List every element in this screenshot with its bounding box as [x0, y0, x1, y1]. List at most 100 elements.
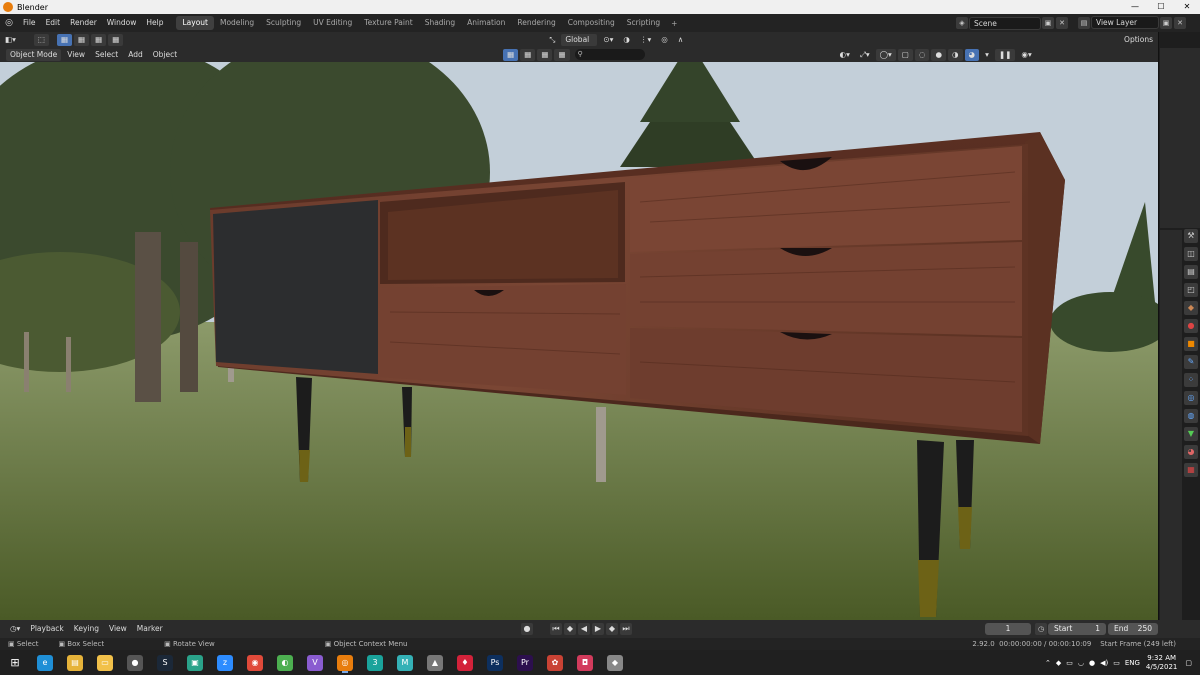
- viewport-menu-select[interactable]: Select: [90, 46, 123, 64]
- edge-icon[interactable]: e: [37, 654, 53, 671]
- select-mode-extend-icon[interactable]: ▦: [74, 33, 90, 46]
- tab-scripting[interactable]: Scripting: [621, 16, 666, 30]
- close-button[interactable]: ✕: [1174, 0, 1200, 14]
- menu-window[interactable]: Window: [102, 14, 142, 32]
- zoom-icon[interactable]: z: [217, 654, 233, 671]
- output-tab-icon[interactable]: ▤: [1184, 265, 1198, 279]
- misc-icon[interactable]: ◆: [607, 654, 623, 671]
- scene-tab-icon[interactable]: ◆: [1184, 301, 1198, 315]
- maya-icon[interactable]: M: [397, 654, 413, 671]
- delete-scene-icon[interactable]: ✕: [1056, 17, 1068, 29]
- add-workspace-icon[interactable]: +: [666, 19, 682, 28]
- tray-battery-icon[interactable]: ▭: [1113, 659, 1120, 667]
- tab-modeling[interactable]: Modeling: [214, 16, 260, 30]
- blender-menu-icon[interactable]: ◎: [0, 18, 18, 28]
- snap-target-icon[interactable]: ⋮▾: [636, 34, 655, 46]
- menu-render[interactable]: Render: [65, 14, 102, 32]
- viewport-search-input[interactable]: ⚲: [574, 49, 645, 60]
- jump-start-icon[interactable]: ⏮: [550, 623, 562, 635]
- options-dropdown[interactable]: Options: [1120, 34, 1157, 46]
- tool-tab-icon[interactable]: ⚒: [1184, 229, 1198, 243]
- prev-keyframe-icon[interactable]: ◆: [564, 623, 576, 635]
- visual-studio-icon[interactable]: V: [307, 654, 323, 671]
- filter-type-icon[interactable]: ▦: [520, 48, 536, 61]
- wireframe-shading-icon[interactable]: ◌: [914, 48, 930, 61]
- tab-animation[interactable]: Animation: [461, 16, 511, 30]
- play-reverse-icon[interactable]: ◀: [578, 623, 590, 635]
- particles-tab-icon[interactable]: ⁘: [1184, 373, 1198, 387]
- tab-rendering[interactable]: Rendering: [511, 16, 561, 30]
- tray-wifi-icon[interactable]: ◡: [1078, 659, 1084, 667]
- maximize-button[interactable]: ☐: [1148, 0, 1174, 14]
- jump-end-icon[interactable]: ⏭: [620, 623, 632, 635]
- start-frame-field[interactable]: Start 1: [1048, 623, 1106, 635]
- tab-uv-editing[interactable]: UV Editing: [307, 16, 358, 30]
- blender-icon[interactable]: ◎: [337, 654, 353, 671]
- tab-shading[interactable]: Shading: [419, 16, 461, 30]
- timeline-editor-icon[interactable]: ◷▾: [6, 623, 24, 635]
- solid-shading-icon[interactable]: ●: [931, 48, 946, 61]
- falloff-icon[interactable]: ∧: [674, 34, 688, 46]
- 3d-viewport[interactable]: [0, 62, 1158, 620]
- explorer-icon[interactable]: ▤: [67, 654, 83, 671]
- transform-orientation-dropdown[interactable]: Global: [561, 33, 598, 46]
- view-layer-field[interactable]: View Layer: [1091, 16, 1159, 29]
- editor-type-icon[interactable]: ◧▾: [1, 34, 20, 46]
- tab-compositing[interactable]: Compositing: [562, 16, 621, 30]
- chrome-icon[interactable]: ◉: [247, 654, 263, 671]
- menu-file[interactable]: File: [18, 14, 41, 32]
- next-keyframe-icon[interactable]: ◆: [606, 623, 618, 635]
- select-mode-invert-icon[interactable]: ▦: [108, 33, 124, 46]
- view-layer-icon[interactable]: ▤: [1078, 16, 1090, 29]
- pivot-point-icon[interactable]: ⊙▾: [599, 34, 617, 46]
- tab-sculpting[interactable]: Sculpting: [260, 16, 307, 30]
- current-frame-field[interactable]: 1: [985, 623, 1031, 635]
- select-mode-subtract-icon[interactable]: ▦: [91, 33, 107, 46]
- premiere-icon[interactable]: Pr: [517, 654, 533, 671]
- transform-orientation-icon[interactable]: ⤡: [545, 34, 559, 46]
- timeline-menu-playback[interactable]: Playback: [25, 620, 68, 638]
- play-icon[interactable]: ▶: [592, 623, 604, 635]
- proportional-edit-icon[interactable]: ◎: [657, 34, 672, 46]
- end-frame-field[interactable]: End 250: [1108, 623, 1158, 635]
- menu-help[interactable]: Help: [141, 14, 168, 32]
- material-tab-icon[interactable]: ◕: [1184, 445, 1198, 459]
- new-view-layer-icon[interactable]: ▣: [1160, 16, 1172, 29]
- select-tool-icon[interactable]: ⬚: [33, 33, 49, 46]
- viewport-menu-add[interactable]: Add: [123, 46, 148, 64]
- modifier-tab-icon[interactable]: ✎: [1184, 355, 1198, 369]
- xray-icon[interactable]: ▢: [897, 48, 913, 61]
- overlay-icon[interactable]: ◯▾: [875, 48, 896, 61]
- new-scene-icon[interactable]: ▣: [1042, 17, 1054, 29]
- texture-tab-icon[interactable]: ▦: [1184, 463, 1198, 477]
- tray-network-icon[interactable]: ▭: [1066, 659, 1073, 667]
- shading-options-icon[interactable]: ▾: [981, 49, 993, 61]
- files-icon[interactable]: ▭: [97, 654, 113, 671]
- filter-object-icon[interactable]: ▦: [537, 48, 553, 61]
- timeline-menu-keying[interactable]: Keying: [69, 620, 104, 638]
- record-icon[interactable]: ●: [521, 623, 533, 635]
- windows-start-icon[interactable]: ⊞: [7, 655, 23, 671]
- tray-chevron-icon[interactable]: ⌃: [1045, 659, 1051, 667]
- notification-icon[interactable]: ▢: [1185, 659, 1192, 667]
- filter-icon[interactable]: ▦: [503, 48, 519, 61]
- viewport-menu-object[interactable]: Object: [148, 46, 182, 64]
- object-mode-dropdown[interactable]: Object Mode: [6, 48, 62, 61]
- select-mode-new-icon[interactable]: ▦: [56, 33, 73, 46]
- snap-icon[interactable]: ◑: [619, 34, 634, 46]
- greenshot-icon[interactable]: ◐: [277, 654, 293, 671]
- minimize-button[interactable]: —: [1122, 0, 1148, 14]
- scene-name-field[interactable]: Scene: [969, 16, 1041, 30]
- marmoset-icon[interactable]: ▲: [427, 654, 443, 671]
- menu-edit[interactable]: Edit: [41, 14, 66, 32]
- redapp-icon[interactable]: ♦: [457, 654, 473, 671]
- substance-icon[interactable]: ◘: [577, 654, 593, 671]
- physics-tab-icon[interactable]: ◎: [1184, 391, 1198, 405]
- pause-icon[interactable]: ❚❚: [994, 48, 1016, 61]
- delete-view-layer-icon[interactable]: ✕: [1174, 16, 1186, 29]
- tab-layout[interactable]: Layout: [176, 16, 214, 30]
- tray-dropbox-icon[interactable]: ◆: [1056, 659, 1061, 667]
- material-shading-icon[interactable]: ◑: [947, 48, 963, 61]
- steam-icon[interactable]: S: [157, 654, 173, 671]
- gizmo-icon[interactable]: ⤢▾: [856, 49, 874, 61]
